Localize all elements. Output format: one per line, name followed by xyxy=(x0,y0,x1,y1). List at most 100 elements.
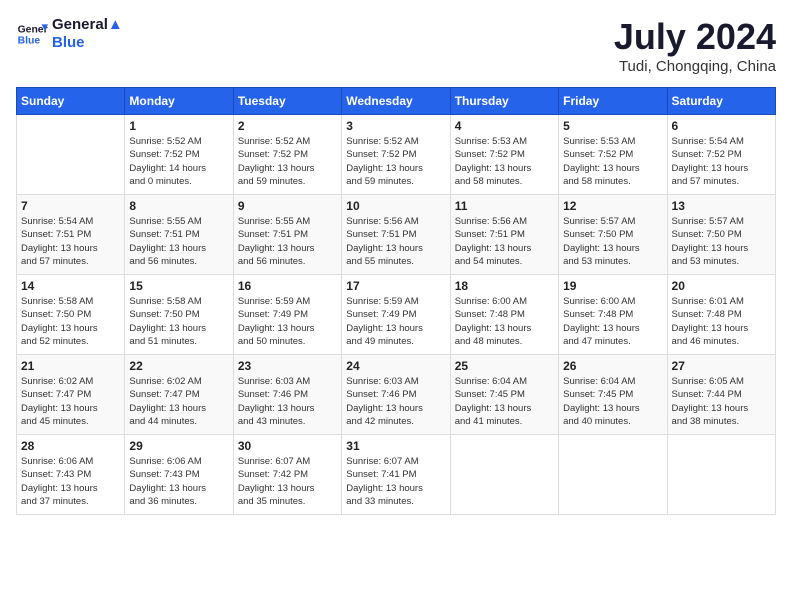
day-number: 24 xyxy=(346,359,445,373)
day-info: Sunrise: 5:52 AM Sunset: 7:52 PM Dayligh… xyxy=(238,135,337,188)
day-info: Sunrise: 5:54 AM Sunset: 7:51 PM Dayligh… xyxy=(21,215,120,268)
week-row-5: 28 Sunrise: 6:06 AM Sunset: 7:43 PM Dayli… xyxy=(17,435,776,515)
day-info: Sunrise: 5:56 AM Sunset: 7:51 PM Dayligh… xyxy=(346,215,445,268)
week-row-3: 14 Sunrise: 5:58 AM Sunset: 7:50 PM Dayli… xyxy=(17,275,776,355)
day-number: 23 xyxy=(238,359,337,373)
calendar-cell: 21Sunrise: 6:02 AM Sunset: 7:47 PM Dayli… xyxy=(17,355,125,435)
calendar-cell: 16 Sunrise: 5:59 AM Sunset: 7:49 PM Dayli… xyxy=(233,275,341,355)
col-header-thursday: Thursday xyxy=(450,88,558,115)
day-number: 15 xyxy=(129,279,228,293)
calendar-cell xyxy=(667,435,775,515)
day-info: Sunrise: 5:59 AM Sunset: 7:49 PM Dayligh… xyxy=(238,295,337,348)
day-info: Sunrise: 5:53 AM Sunset: 7:52 PM Dayligh… xyxy=(563,135,662,188)
calendar-cell: 18 Sunrise: 6:00 AM Sunset: 7:48 PM Dayli… xyxy=(450,275,558,355)
day-number: 6 xyxy=(672,119,771,133)
calendar-cell: 26 Sunrise: 6:04 AM Sunset: 7:45 PM Dayli… xyxy=(559,355,667,435)
svg-text:Blue: Blue xyxy=(18,36,41,47)
day-number: 9 xyxy=(238,199,337,213)
day-number: 1 xyxy=(129,119,228,133)
day-number: 31 xyxy=(346,439,445,453)
calendar-cell: 29 Sunrise: 6:06 AM Sunset: 7:43 PM Dayli… xyxy=(125,435,233,515)
calendar-cell: 30 Sunrise: 6:07 AM Sunset: 7:42 PM Dayli… xyxy=(233,435,341,515)
calendar-cell: 28Sunrise: 6:06 AM Sunset: 7:43 PM Dayli… xyxy=(17,435,125,515)
logo-icon: General Blue xyxy=(16,18,48,50)
day-info: Sunrise: 6:05 AM Sunset: 7:44 PM Dayligh… xyxy=(672,375,771,428)
logo-blue: Blue xyxy=(52,34,123,52)
day-info: Sunrise: 5:59 AM Sunset: 7:49 PM Dayligh… xyxy=(346,295,445,348)
calendar-cell: 11 Sunrise: 5:56 AM Sunset: 7:51 PM Dayli… xyxy=(450,195,558,275)
calendar-cell: 23 Sunrise: 6:03 AM Sunset: 7:46 PM Dayli… xyxy=(233,355,341,435)
day-number: 2 xyxy=(238,119,337,133)
day-number: 3 xyxy=(346,119,445,133)
day-info: Sunrise: 5:57 AM Sunset: 7:50 PM Dayligh… xyxy=(563,215,662,268)
day-info: Sunrise: 6:03 AM Sunset: 7:46 PM Dayligh… xyxy=(238,375,337,428)
calendar-body: 1 Sunrise: 5:52 AM Sunset: 7:52 PM Daylig… xyxy=(17,115,776,515)
day-number: 18 xyxy=(455,279,554,293)
month-title: July 2024 xyxy=(614,16,776,58)
week-row-2: 7Sunrise: 5:54 AM Sunset: 7:51 PM Daylig… xyxy=(17,195,776,275)
day-number: 25 xyxy=(455,359,554,373)
day-info: Sunrise: 5:58 AM Sunset: 7:50 PM Dayligh… xyxy=(129,295,228,348)
day-number: 29 xyxy=(129,439,228,453)
day-number: 12 xyxy=(563,199,662,213)
day-info: Sunrise: 6:00 AM Sunset: 7:48 PM Dayligh… xyxy=(455,295,554,348)
day-info: Sunrise: 5:58 AM Sunset: 7:50 PM Dayligh… xyxy=(21,295,120,348)
day-info: Sunrise: 5:55 AM Sunset: 7:51 PM Dayligh… xyxy=(238,215,337,268)
day-number: 8 xyxy=(129,199,228,213)
calendar-cell: 9 Sunrise: 5:55 AM Sunset: 7:51 PM Daylig… xyxy=(233,195,341,275)
calendar-cell: 13 Sunrise: 5:57 AM Sunset: 7:50 PM Dayli… xyxy=(667,195,775,275)
calendar-cell: 12 Sunrise: 5:57 AM Sunset: 7:50 PM Dayli… xyxy=(559,195,667,275)
col-header-tuesday: Tuesday xyxy=(233,88,341,115)
day-number: 26 xyxy=(563,359,662,373)
col-header-saturday: Saturday xyxy=(667,88,775,115)
calendar-cell xyxy=(17,115,125,195)
day-number: 13 xyxy=(672,199,771,213)
day-number: 28 xyxy=(21,439,120,453)
day-info: Sunrise: 5:55 AM Sunset: 7:51 PM Dayligh… xyxy=(129,215,228,268)
day-info: Sunrise: 5:53 AM Sunset: 7:52 PM Dayligh… xyxy=(455,135,554,188)
calendar-cell: 31 Sunrise: 6:07 AM Sunset: 7:41 PM Dayli… xyxy=(342,435,450,515)
calendar-cell: 5 Sunrise: 5:53 AM Sunset: 7:52 PM Daylig… xyxy=(559,115,667,195)
day-number: 22 xyxy=(129,359,228,373)
day-number: 11 xyxy=(455,199,554,213)
calendar-cell: 8 Sunrise: 5:55 AM Sunset: 7:51 PM Daylig… xyxy=(125,195,233,275)
day-number: 21 xyxy=(21,359,120,373)
day-info: Sunrise: 6:03 AM Sunset: 7:46 PM Dayligh… xyxy=(346,375,445,428)
day-info: Sunrise: 6:06 AM Sunset: 7:43 PM Dayligh… xyxy=(129,455,228,508)
day-info: Sunrise: 5:56 AM Sunset: 7:51 PM Dayligh… xyxy=(455,215,554,268)
day-info: Sunrise: 6:02 AM Sunset: 7:47 PM Dayligh… xyxy=(129,375,228,428)
calendar-cell: 24 Sunrise: 6:03 AM Sunset: 7:46 PM Dayli… xyxy=(342,355,450,435)
day-info: Sunrise: 6:07 AM Sunset: 7:42 PM Dayligh… xyxy=(238,455,337,508)
day-info: Sunrise: 5:52 AM Sunset: 7:52 PM Dayligh… xyxy=(346,135,445,188)
week-row-4: 21 Sunrise: 6:02 AM Sunset: 7:47 PM Dayli… xyxy=(17,355,776,435)
calendar-table: SundayMondayTuesdayWednesdayThursdayFrid… xyxy=(16,87,776,515)
day-number: 20 xyxy=(672,279,771,293)
day-number: 16 xyxy=(238,279,337,293)
calendar-cell xyxy=(450,435,558,515)
day-number: 30 xyxy=(238,439,337,453)
day-number: 27 xyxy=(672,359,771,373)
day-info: Sunrise: 5:54 AM Sunset: 7:52 PM Dayligh… xyxy=(672,135,771,188)
week-row-1: 1 Sunrise: 5:52 AM Sunset: 7:52 PM Daylig… xyxy=(17,115,776,195)
col-header-wednesday: Wednesday xyxy=(342,88,450,115)
day-info: Sunrise: 6:04 AM Sunset: 7:45 PM Dayligh… xyxy=(563,375,662,428)
calendar-cell: 3 Sunrise: 5:52 AM Sunset: 7:52 PM Daylig… xyxy=(342,115,450,195)
calendar-cell: 14 Sunrise: 5:58 AM Sunset: 7:50 PM Dayli… xyxy=(17,275,125,355)
day-number: 5 xyxy=(563,119,662,133)
day-info: Sunrise: 6:07 AM Sunset: 7:41 PM Dayligh… xyxy=(346,455,445,508)
col-header-monday: Monday xyxy=(125,88,233,115)
calendar-cell: 22 Sunrise: 6:02 AM Sunset: 7:47 PM Dayli… xyxy=(125,355,233,435)
calendar-cell: 25 Sunrise: 6:04 AM Sunset: 7:45 PM Dayli… xyxy=(450,355,558,435)
day-info: Sunrise: 6:04 AM Sunset: 7:45 PM Dayligh… xyxy=(455,375,554,428)
calendar-cell: 6 Sunrise: 5:54 AM Sunset: 7:52 PM Daylig… xyxy=(667,115,775,195)
calendar-cell: 2 Sunrise: 5:52 AM Sunset: 7:52 PM Daylig… xyxy=(233,115,341,195)
day-number: 10 xyxy=(346,199,445,213)
col-header-friday: Friday xyxy=(559,88,667,115)
location-subtitle: Tudi, Chongqing, China xyxy=(614,58,776,75)
day-number: 14 xyxy=(21,279,120,293)
calendar-cell: 15 Sunrise: 5:58 AM Sunset: 7:50 PM Dayli… xyxy=(125,275,233,355)
calendar-cell: 19Sunrise: 6:00 AM Sunset: 7:48 PM Dayli… xyxy=(559,275,667,355)
header-row: SundayMondayTuesdayWednesdayThursdayFrid… xyxy=(17,88,776,115)
day-info: Sunrise: 5:57 AM Sunset: 7:50 PM Dayligh… xyxy=(672,215,771,268)
day-info: Sunrise: 6:00 AM Sunset: 7:48 PM Dayligh… xyxy=(563,295,662,348)
